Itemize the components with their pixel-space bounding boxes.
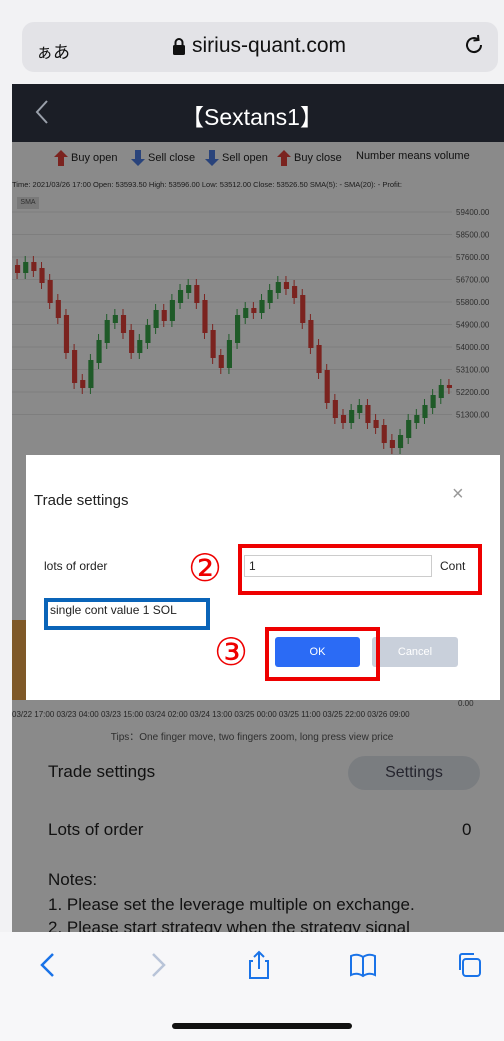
url-text[interactable]: sirius-quant.com	[192, 34, 346, 58]
share-icon[interactable]	[244, 950, 274, 980]
lots-of-order-field-label: lots of order	[44, 559, 108, 573]
page-title: 【Sextans1】	[181, 104, 323, 130]
reader-options-button[interactable]: ぁあ	[36, 38, 70, 63]
home-indicator	[172, 1023, 352, 1029]
annotation-step-3: ③	[214, 630, 249, 674]
dialog-title: Trade settings	[34, 492, 129, 509]
annotation-box-ok	[265, 627, 380, 681]
tabs-icon[interactable]	[454, 950, 484, 980]
annotation-box-input	[238, 544, 482, 595]
cancel-button[interactable]: Cancel	[372, 637, 458, 667]
back-icon[interactable]	[34, 950, 64, 980]
lock-icon	[173, 38, 185, 55]
annotation-box-contract-value	[44, 598, 210, 630]
annotation-step-2: ②	[188, 546, 223, 590]
bookmarks-icon[interactable]	[348, 950, 378, 980]
close-icon[interactable]: ×	[452, 483, 464, 506]
forward-icon[interactable]	[142, 950, 172, 980]
reload-icon[interactable]	[462, 33, 486, 57]
